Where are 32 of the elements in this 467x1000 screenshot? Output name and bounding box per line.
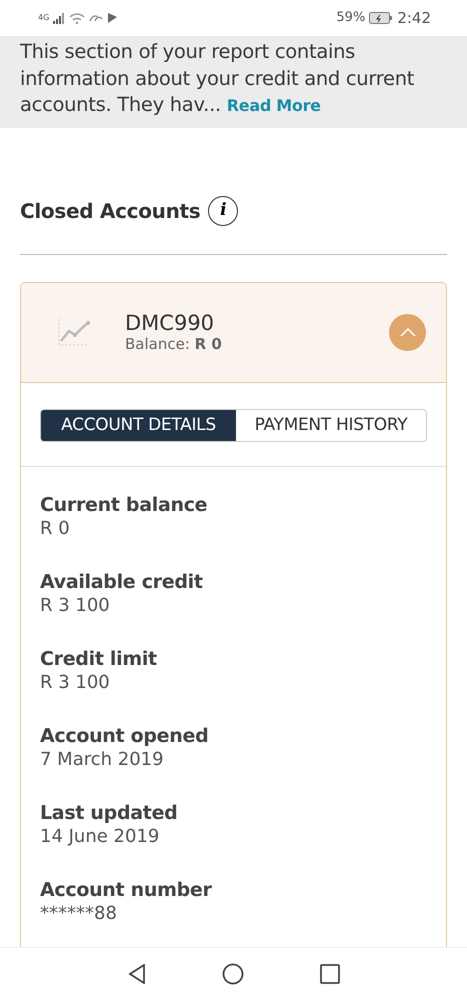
- detail-value: 7 March 2019: [40, 748, 165, 772]
- recents-icon[interactable]: [320, 964, 340, 984]
- info-button[interactable]: i: [208, 196, 238, 226]
- detail-value: R 3 100: [40, 671, 111, 695]
- back-icon[interactable]: [128, 964, 146, 984]
- battery-percent: 59%: [336, 9, 366, 28]
- detail-label: Account number: [40, 878, 213, 902]
- detail-value: R 0: [40, 517, 71, 541]
- network-type: 4G: [38, 12, 50, 24]
- detail-value: ******88: [40, 902, 118, 926]
- detail-label: Last updated: [40, 801, 178, 825]
- chart-icon: [57, 317, 91, 347]
- detail-label: Current balance: [40, 493, 208, 517]
- flag-icon: [107, 12, 118, 24]
- chevron-up-icon: [400, 327, 416, 337]
- account-balance: Balance: R 0: [125, 335, 223, 353]
- battery-icon: [369, 12, 394, 24]
- account-name: DMC990: [125, 311, 216, 335]
- detail-label: Account opened: [40, 724, 210, 748]
- wifi-icon: [69, 12, 86, 24]
- collapse-toggle-button[interactable]: [389, 314, 426, 350]
- sync-icon: [89, 13, 104, 23]
- section-title: Closed Accounts: [20, 198, 200, 224]
- banner-text: This section of your report contains information about your credit and current accounts. They hav... Read More: [20, 39, 416, 118]
- detail-label: Available credit: [40, 570, 204, 594]
- detail-value: 14 June 2019: [40, 825, 160, 849]
- signal-icon: [53, 12, 66, 24]
- home-icon[interactable]: [222, 963, 244, 985]
- detail-label: Credit limit: [40, 647, 158, 671]
- clock-time: 2:42: [397, 8, 431, 29]
- tab[interactable]: ACCOUNT DETAILS: [41, 410, 236, 441]
- detail-value: R 3 100: [40, 594, 111, 618]
